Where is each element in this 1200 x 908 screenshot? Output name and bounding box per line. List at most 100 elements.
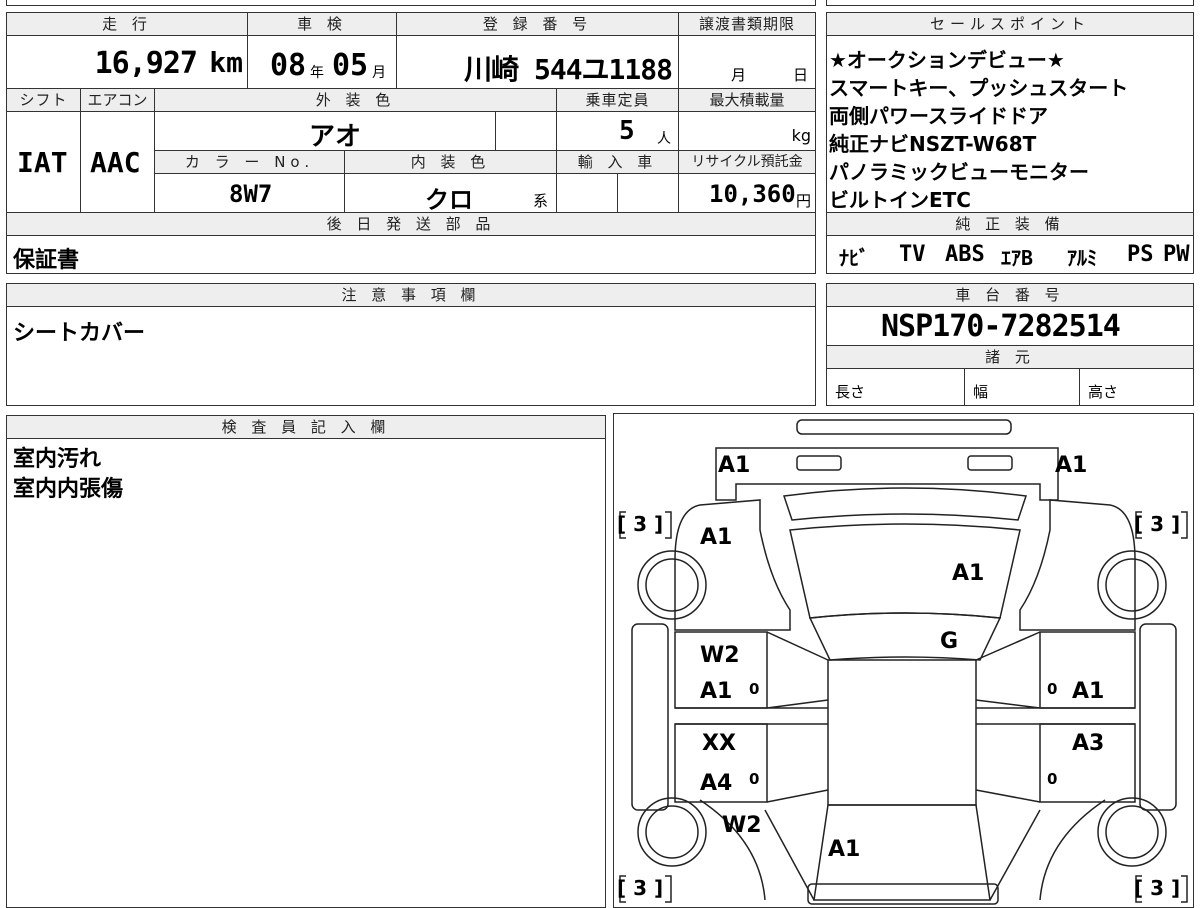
mark-left-rear-door-1: XX: [702, 731, 736, 756]
inspector-cell: 室内汚れ 室内内張傷: [6, 438, 606, 908]
mark-left-fender: A1: [700, 525, 732, 550]
color-no-value: 8W7: [229, 180, 273, 208]
transfer-day: 日: [793, 66, 809, 84]
inspection-month: 05: [332, 48, 369, 83]
spec-height-label: 高さ: [1088, 383, 1119, 401]
capacity-header: 乗車定員: [556, 88, 679, 112]
ac-value: AAC: [90, 146, 141, 179]
registration-value: 川崎 544ユ1188: [464, 53, 673, 86]
equipment-abs: ABS: [945, 242, 985, 267]
rear-quarter-right: [989, 799, 1106, 901]
mark-windshield: G: [940, 629, 958, 654]
mark-left-front-door-1: W2: [700, 643, 740, 668]
recycle-cell: 10,360 円: [678, 173, 816, 213]
mark-left-quarter: W2: [722, 813, 762, 838]
notes-cell: シートカバー: [6, 306, 816, 406]
load-cell: kg: [678, 111, 816, 151]
equipment-header: 純 正 装 備: [826, 212, 1194, 236]
ac-header: エアコン: [80, 88, 155, 112]
transfer-month: 月: [731, 66, 747, 84]
mark-rear: A1: [828, 837, 860, 862]
inspection-header: 車 検: [247, 12, 397, 36]
sales-line: 純正ナビNSZT-W68T: [829, 132, 1037, 156]
capacity-cell: 5 人: [556, 111, 679, 151]
registration-header: 登 録 番 号: [396, 12, 679, 36]
registration-cell: 川崎 544ユ1188: [396, 35, 679, 89]
mark-front-right: A1: [1055, 453, 1087, 478]
mileage-unit: km: [209, 46, 243, 79]
capacity-value: 5: [619, 116, 635, 146]
wheel-fl-inner: [645, 558, 699, 612]
chassis-cell: NSP170-7282514: [826, 306, 1194, 346]
tire-rr: [ 3 ]: [1134, 876, 1180, 900]
roof-shape: [827, 659, 977, 806]
sales-header: セールスポイント: [826, 12, 1194, 36]
headlight-right: [967, 455, 1013, 471]
interior-value: クロ: [425, 186, 473, 214]
equipment-navi: ﾅﾋﾞ: [839, 246, 869, 270]
import-cell-a: [556, 173, 618, 213]
recycle-value: 10,360: [709, 180, 796, 208]
inspection-cell: 08 年 05 月: [247, 35, 397, 89]
equipment-tv: TV: [899, 242, 926, 267]
car-diagram-panel: A1 A1 A1 A1 G W2 A1 A1 XX A4 A3 W2 A1 [ …: [613, 413, 1194, 908]
load-header: 最大積載量: [678, 88, 816, 112]
inspection-year-unit: 年: [310, 65, 324, 81]
ac-cell: AAC: [80, 111, 155, 213]
spec-width-cell: 幅: [964, 368, 1080, 406]
right-side-strip: [1139, 623, 1177, 811]
sales-line: パノラミックビューモニター: [829, 160, 1089, 184]
interior-cell: クロ 系: [344, 173, 557, 214]
exterior-extra-cell: [495, 111, 557, 151]
spec-length-label: 長さ: [835, 383, 866, 401]
inspector-line: 室内内張傷: [13, 477, 124, 502]
rear-bumper-shape: [807, 883, 999, 905]
shift-value: IAT: [17, 146, 68, 179]
left-side-strip: [631, 623, 669, 811]
sales-line: ビルトインETC: [829, 188, 971, 212]
spec-height-cell: 高さ: [1079, 368, 1194, 406]
wheel-rl: [637, 797, 707, 867]
capacity-unit: 人: [657, 131, 671, 147]
zero-mark-4: 0: [1047, 770, 1057, 788]
interior-suffix: 系: [533, 192, 549, 210]
mileage-header: 走 行: [6, 12, 248, 36]
color-no-header: カ ラ ー No.: [154, 150, 345, 174]
car-diagram: A1 A1 A1 A1 G W2 A1 A1 XX A4 A3 W2 A1 [ …: [617, 419, 1188, 905]
wheel-fl: [637, 550, 707, 620]
recycle-unit: 円: [795, 192, 811, 210]
exterior-cell: アオ: [154, 111, 496, 152]
headlight-left: [796, 455, 842, 471]
later-parts-value: 保証書: [13, 248, 80, 273]
later-parts-cell: 保証書: [6, 235, 816, 274]
wheel-fr-inner: [1105, 558, 1159, 612]
zero-mark-2: 0: [749, 770, 759, 788]
bonnet-shape: [789, 523, 1021, 619]
spec-header: 諸 元: [826, 345, 1194, 369]
later-parts-header: 後 日 発 送 部 品: [6, 212, 816, 236]
mark-right-rear-door: A3: [1072, 731, 1104, 756]
mark-left-rear-door-2: A4: [700, 771, 732, 796]
spec-length-cell: 長さ: [826, 368, 965, 406]
sales-cell: ★オークションデビュー★ スマートキー、プッシュスタート 両側パワースライドドア…: [826, 35, 1194, 213]
notes-header: 注 意 事 項 欄: [6, 283, 816, 307]
sales-line: 両側パワースライドドア: [829, 104, 1048, 128]
load-unit: kg: [791, 126, 811, 145]
mileage-value: 16,927: [94, 46, 198, 81]
chassis-header: 車 台 番 号: [826, 283, 1194, 307]
equipment-alumi: ｱﾙﾐ: [1067, 246, 1097, 270]
equipment-airbag: ｴｱB: [1001, 246, 1034, 270]
equipment-pw: PW: [1163, 242, 1190, 267]
body-outline-right: [1019, 499, 1136, 631]
top-clipped-strip-right: [826, 0, 1194, 6]
inspector-header: 検 査 員 記 入 欄: [6, 415, 606, 439]
transfer-header: 譲渡書類期限: [678, 12, 816, 36]
wheel-rr: [1097, 797, 1167, 867]
equipment-ps: PS: [1127, 242, 1154, 267]
inspection-year: 08: [270, 48, 307, 83]
inspection-month-unit: 月: [372, 65, 386, 81]
color-no-cell: 8W7: [154, 173, 345, 213]
front-bumper-shape: [796, 419, 1012, 435]
recycle-header: リサイクル預託金: [678, 150, 816, 174]
import-cell-b: [617, 173, 679, 213]
